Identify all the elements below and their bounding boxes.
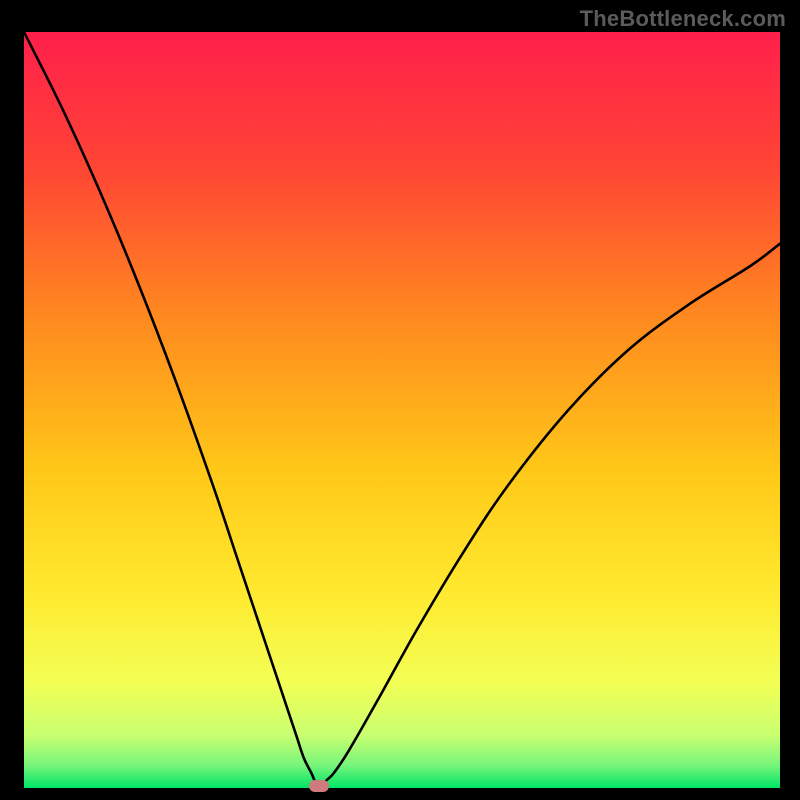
gradient-background	[24, 32, 780, 788]
watermark-text: TheBottleneck.com	[580, 6, 786, 32]
bottleneck-chart	[24, 32, 780, 788]
optimal-point-marker	[309, 780, 329, 792]
chart-frame: TheBottleneck.com	[0, 0, 800, 800]
